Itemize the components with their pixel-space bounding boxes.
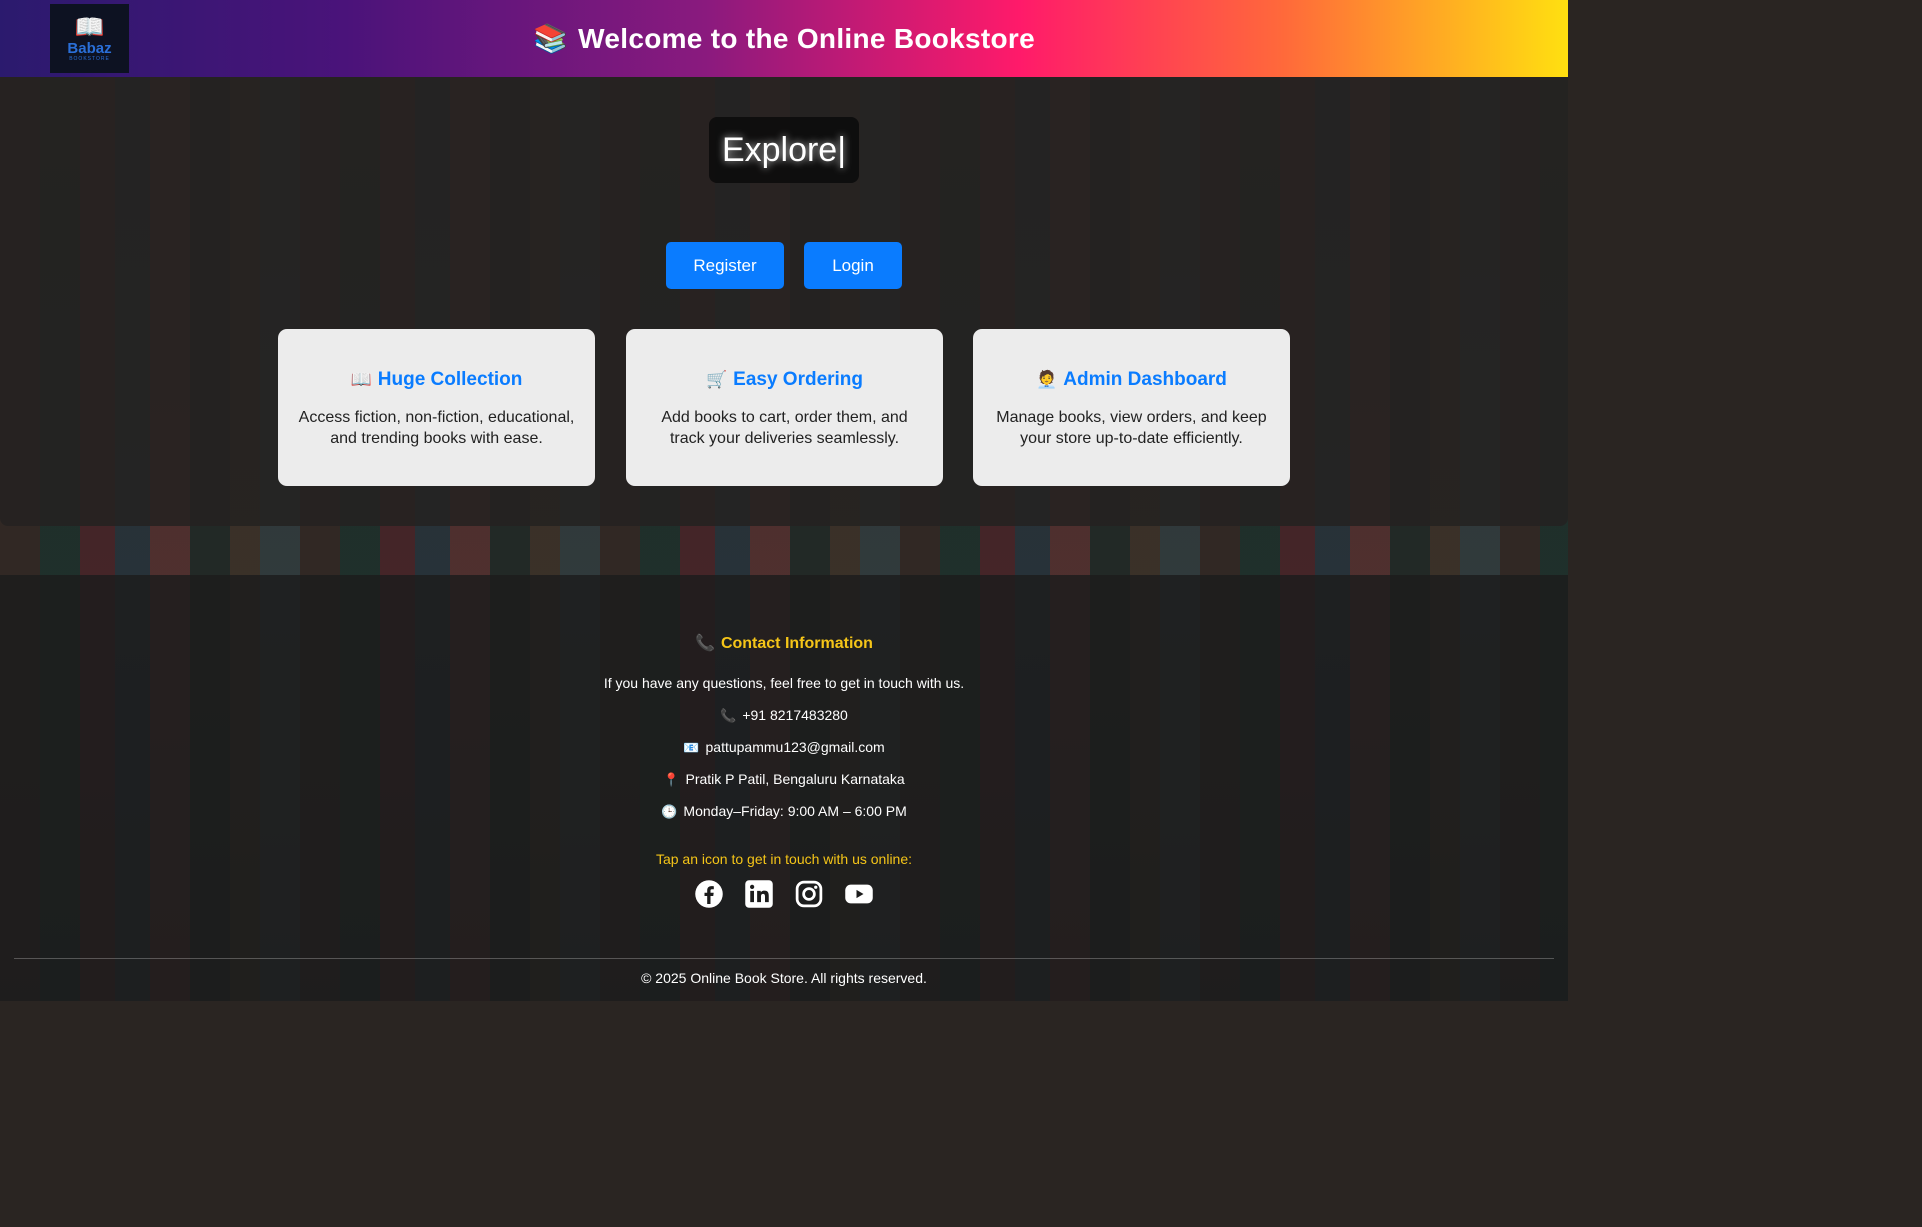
register-button[interactable]: Register — [666, 242, 784, 289]
page-title-text: Welcome to the Online Bookstore — [578, 23, 1036, 54]
copyright-text: © 2025 Online Book Store. All rights res… — [641, 970, 927, 986]
phone-number: +91 8217483280 — [742, 707, 848, 723]
login-button[interactable]: Login — [804, 242, 902, 289]
feature-card-admin: 🧑‍💼 Admin Dashboard Manage books, view or… — [973, 329, 1290, 486]
typing-text: Explore| — [709, 117, 859, 183]
card-description: Add books to cart, order them, and track… — [661, 409, 908, 447]
instagram-icon[interactable] — [794, 879, 824, 909]
address-text: Pratik P Patil, Bengaluru Karnataka — [685, 771, 905, 787]
contact-heading-text: Contact Information — [720, 635, 873, 652]
linkedin-icon[interactable] — [744, 879, 774, 909]
social-links — [0, 879, 1568, 909]
admin-person-icon: 🧑‍💼 — [1036, 370, 1058, 389]
card-title-text: Admin Dashboard — [1063, 369, 1227, 390]
contact-heading: 📞 Contact Information — [0, 633, 1568, 653]
contact-email[interactable]: 📧 pattupammu123@gmail.com — [0, 739, 1568, 756]
contact-phone[interactable]: 📞 +91 8217483280 — [0, 707, 1568, 724]
contact-intro: If you have any questions, feel free to … — [603, 675, 965, 691]
books-icon: 📚 — [532, 23, 569, 54]
card-description: Access fiction, non-fiction, educational… — [298, 409, 575, 447]
phone-icon: 📞 — [720, 708, 737, 723]
logo-subtitle: BOOKSTORE — [69, 55, 110, 62]
card-description: Manage books, view orders, and keep your… — [996, 409, 1267, 447]
feature-card-ordering: 🛒 Easy Ordering Add books to cart, order … — [626, 329, 943, 486]
email-address: pattupammu123@gmail.com — [705, 739, 885, 755]
site-header: 📖 Babaz BOOKSTORE 📚 Welcome to the Online… — [0, 0, 1568, 77]
email-icon: 📧 — [683, 740, 700, 755]
location-pin-icon: 📍 — [663, 772, 680, 787]
open-book-icon: 📖 — [350, 370, 372, 389]
contact-hours: 🕒 Monday–Friday: 9:00 AM – 6:00 PM — [0, 803, 1568, 820]
site-footer: 📞 Contact Information If you have any que… — [0, 575, 1568, 1001]
youtube-icon[interactable] — [844, 879, 874, 909]
facebook-icon[interactable] — [694, 879, 724, 909]
hours-text: Monday–Friday: 9:00 AM – 6:00 PM — [683, 803, 907, 819]
card-title: 📖 Huge Collection — [278, 369, 595, 391]
card-title-text: Huge Collection — [377, 369, 523, 390]
social-prompt: Tap an icon to get in touch with us onli… — [655, 851, 913, 867]
card-title: 🧑‍💼 Admin Dashboard — [973, 369, 1290, 391]
feature-card-collection: 📖 Huge Collection Access fiction, non-fic… — [278, 329, 595, 486]
footer-divider — [14, 958, 1554, 959]
phone-icon: 📞 — [695, 635, 715, 652]
card-title: 🛒 Easy Ordering — [626, 369, 943, 391]
card-title-text: Easy Ordering — [733, 369, 864, 390]
page-title: 📚 Welcome to the Online Bookstore — [0, 22, 1568, 55]
clock-icon: 🕒 — [661, 804, 678, 819]
cart-icon: 🛒 — [705, 370, 728, 389]
contact-address: 📍 Pratik P Patil, Bengaluru Karnataka — [0, 771, 1568, 788]
hero-section: Explore| Register Login 📖 Huge Collection… — [0, 77, 1568, 526]
